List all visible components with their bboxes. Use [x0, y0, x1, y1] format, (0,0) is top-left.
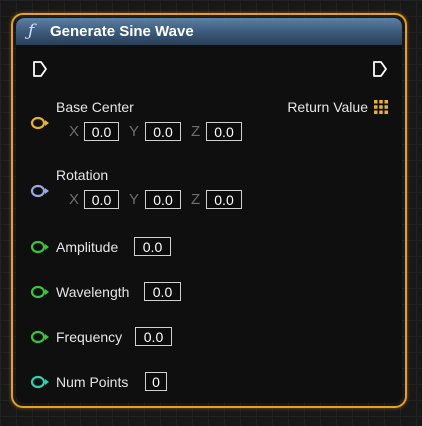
rotation-pin-icon[interactable]: [29, 183, 51, 199]
node-title: Generate Sine Wave: [50, 23, 194, 40]
base-center-y-field[interactable]: 0.0: [145, 122, 181, 141]
base-center-y-axis-label: Y: [129, 123, 140, 140]
function-node[interactable]: ƒ Generate Sine Wave Base Center X 0.0 Y…: [16, 18, 402, 403]
base-center-x-field[interactable]: 0.0: [84, 122, 119, 141]
rotation-y-field[interactable]: 0.0: [145, 190, 181, 209]
frequency-pin-icon[interactable]: [29, 329, 51, 345]
rotation-label: Rotation: [56, 167, 109, 183]
rotation-y-axis-label: Y: [129, 191, 140, 208]
exec-input-icon[interactable]: [32, 60, 48, 78]
wavelength-label: Wavelength: [56, 284, 130, 300]
rotation-x-field[interactable]: 0.0: [84, 190, 119, 209]
amplitude-field[interactable]: 0.0: [134, 237, 171, 256]
wavelength-pin-icon[interactable]: [29, 284, 51, 300]
array-grid-icon[interactable]: [374, 100, 388, 114]
num-points-field[interactable]: 0: [145, 372, 167, 391]
function-icon: ƒ: [28, 21, 35, 41]
frequency-label: Frequency: [56, 329, 123, 345]
frequency-field[interactable]: 0.0: [135, 327, 172, 346]
base-center-z-axis-label: Z: [191, 123, 201, 140]
base-center-label: Base Center: [56, 99, 134, 115]
base-center-z-field[interactable]: 0.0: [206, 122, 242, 141]
wavelength-field[interactable]: 0.0: [144, 282, 181, 301]
base-center-pin-icon[interactable]: [29, 115, 51, 131]
amplitude-label: Amplitude: [56, 239, 119, 255]
amplitude-pin-icon[interactable]: [29, 239, 51, 255]
return-value-label: Return Value: [287, 99, 368, 115]
rotation-x-axis-label: X: [69, 191, 80, 208]
node-header[interactable]: ƒ Generate Sine Wave: [16, 18, 402, 45]
base-center-x-axis-label: X: [69, 123, 80, 140]
rotation-z-field[interactable]: 0.0: [206, 190, 242, 209]
rotation-z-axis-label: Z: [191, 191, 201, 208]
exec-output-icon[interactable]: [372, 60, 388, 78]
num-points-pin-icon[interactable]: [29, 374, 51, 390]
num-points-label: Num Points: [56, 374, 129, 390]
